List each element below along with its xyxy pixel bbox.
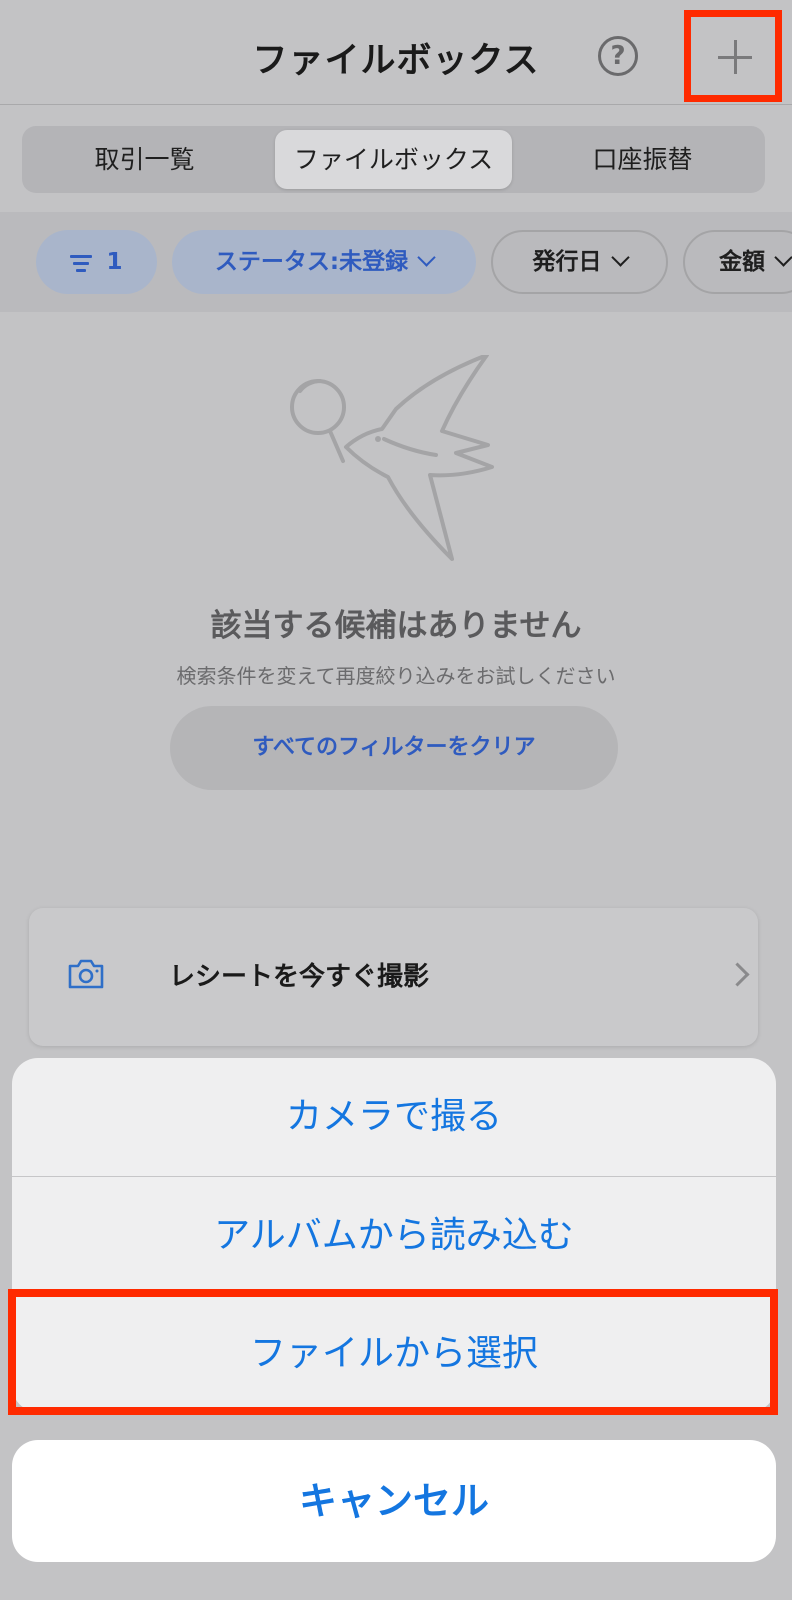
status-filter-chip[interactable]: ステータス:未登録 <box>172 230 476 294</box>
issue-date-label: 発行日 <box>532 249 602 275</box>
camera-icon <box>68 959 104 989</box>
add-button-highlight <box>684 10 782 102</box>
filter-count-chip[interactable]: 1 <box>36 230 157 294</box>
amount-filter-chip[interactable]: 金額 <box>683 230 792 294</box>
question-circle-icon[interactable]: ? <box>598 36 638 76</box>
empty-state-subtitle: 検索条件を変えて再度絞り込みをお試しください <box>176 664 616 688</box>
take-photo-option[interactable]: カメラで撮る <box>12 1058 776 1176</box>
status-filter-label: ステータス:未登録 <box>214 249 409 275</box>
cancel-button[interactable]: キャンセル <box>12 1440 776 1562</box>
chevron-down-icon <box>610 248 630 267</box>
receipt-capture-card[interactable]: レシートを今すぐ撮影 <box>29 908 758 1046</box>
receipt-card-label: レシートを今すぐ撮影 <box>169 962 430 992</box>
tab-transactions[interactable]: 取引一覧 <box>22 126 267 193</box>
clear-filters-button[interactable]: すべてのフィルターをクリア <box>170 706 618 790</box>
chevron-right-icon <box>725 962 750 987</box>
page-title: ファイルボックス <box>252 41 540 81</box>
tab-filebox[interactable]: ファイルボックス <box>275 130 512 189</box>
empty-state-title: 該当する候補はありません <box>210 608 582 644</box>
select-file-highlight <box>8 1289 778 1415</box>
filter-bar: 1 ステータス:未登録 発行日 金額 <box>0 212 792 312</box>
issue-date-filter-chip[interactable]: 発行日 <box>491 230 668 294</box>
filter-count: 1 <box>106 249 123 275</box>
segmented-tabs: 取引一覧 ファイルボックス 口座振替 <box>22 126 765 193</box>
import-album-option[interactable]: アルバムから読み込む <box>12 1177 776 1295</box>
tab-account-transfer[interactable]: 口座振替 <box>520 126 765 193</box>
chevron-down-icon <box>417 248 436 267</box>
chevron-down-icon <box>774 248 792 267</box>
amount-label: 金額 <box>719 249 765 275</box>
bird-magnifier-illustration <box>290 355 494 561</box>
filter-lines-icon <box>70 255 93 272</box>
